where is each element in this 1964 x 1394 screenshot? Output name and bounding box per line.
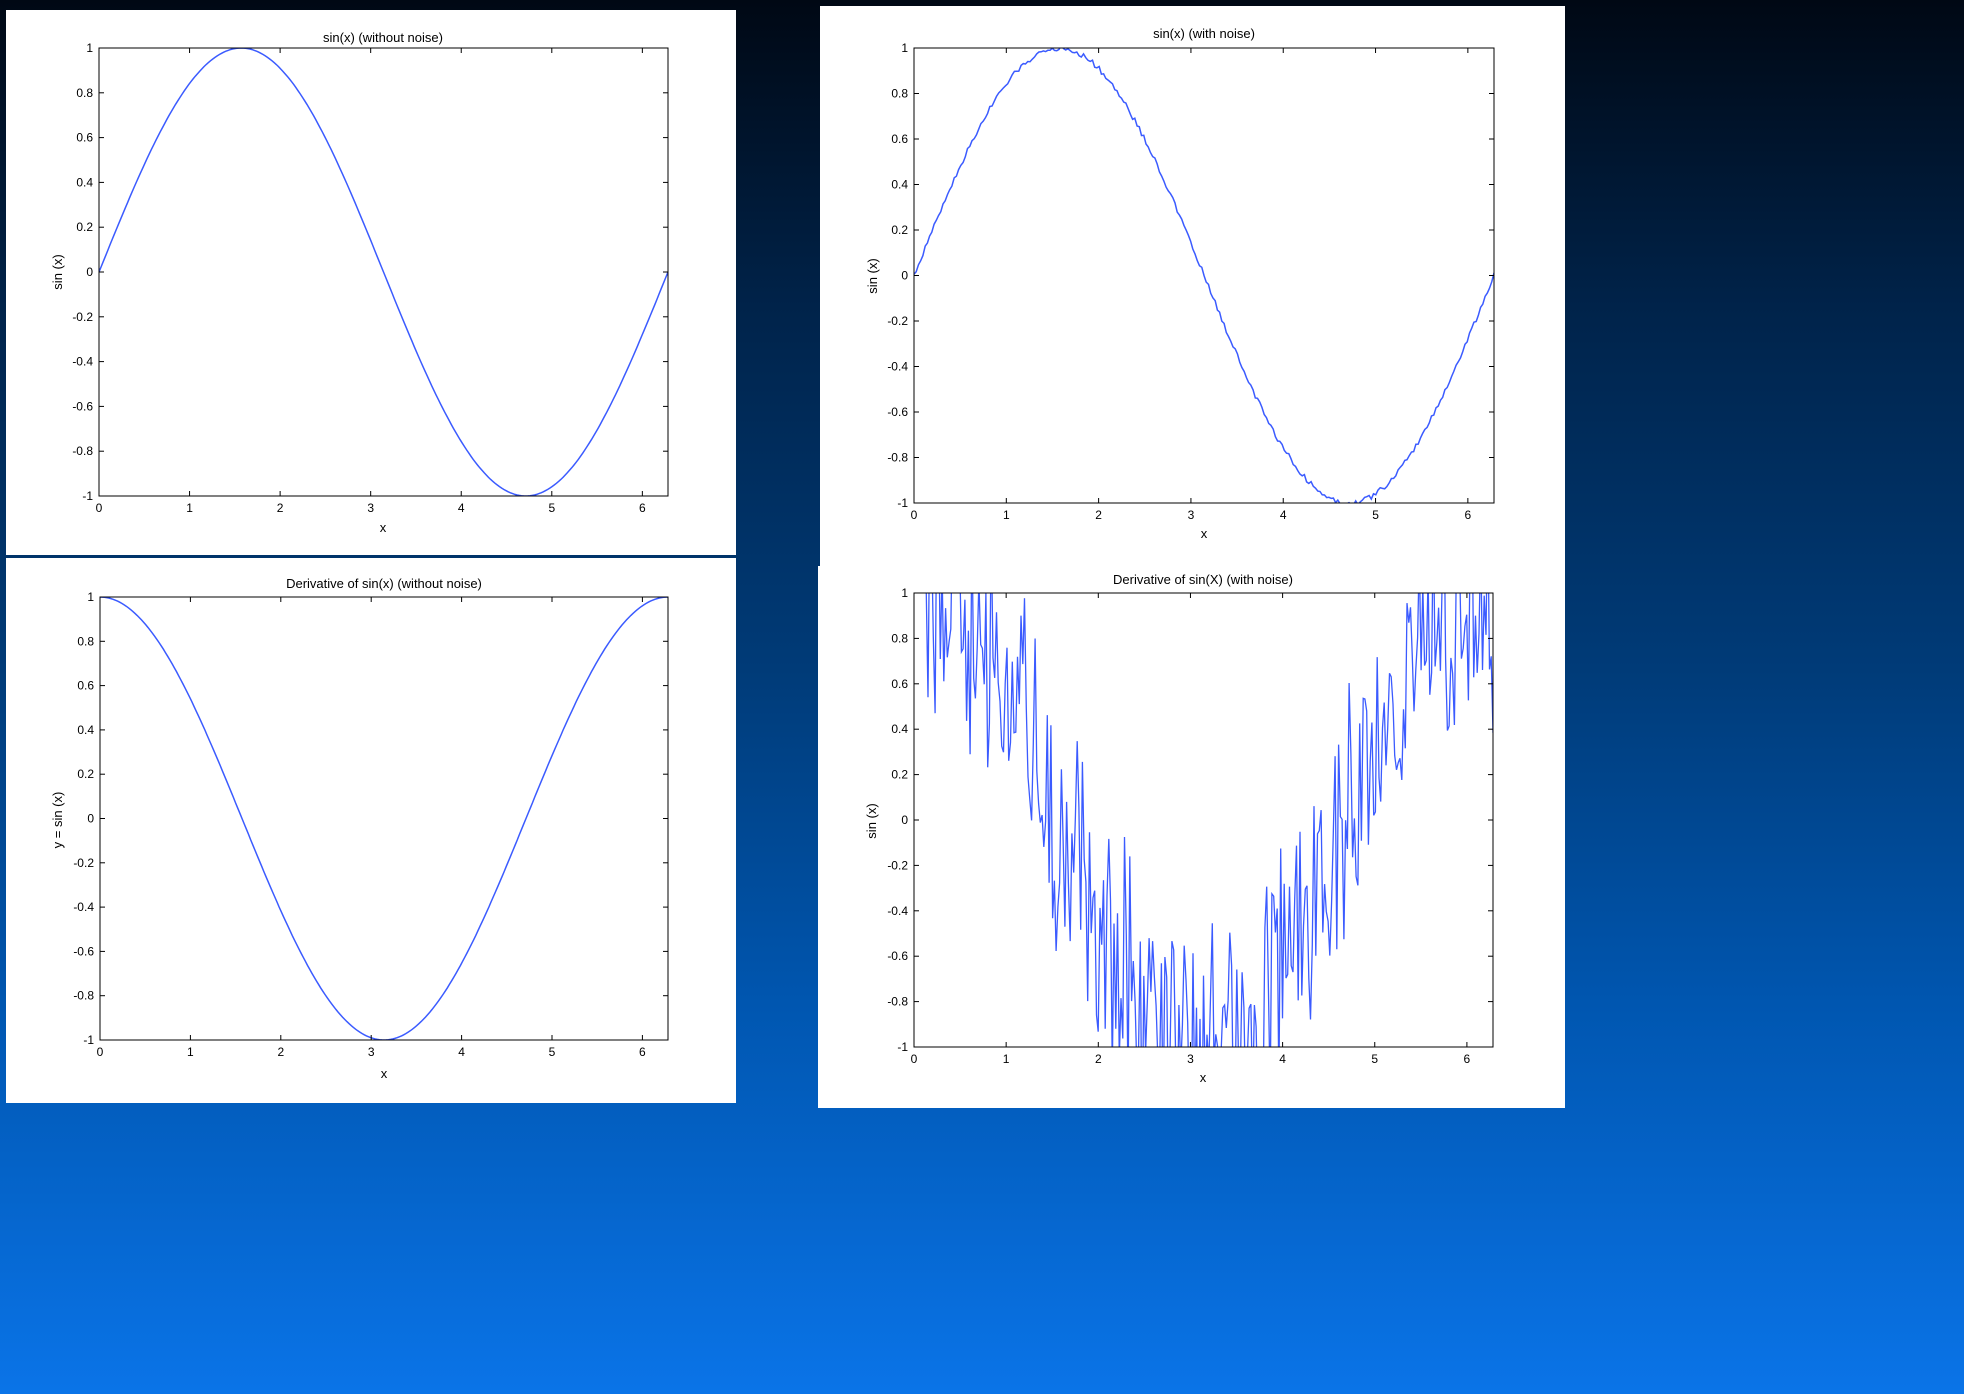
y-tick-label: -0.2 [73,856,94,870]
x-axis-label: x [1200,1070,1207,1085]
x-tick-label: 3 [368,1045,375,1059]
x-tick-label: 3 [1187,1052,1194,1066]
x-tick-label: 5 [549,1045,556,1059]
x-tick-label: 1 [186,501,193,515]
y-tick-label: 0.6 [77,679,94,693]
x-tick-label: 1 [1003,508,1010,522]
y-tick-label: -0.4 [72,355,93,369]
y-tick-label: -0.8 [73,989,94,1003]
x-tick-label: 6 [1465,508,1472,522]
chart-title: sin(x) (with noise) [1153,26,1255,41]
chart-svg-derivative-clean: Derivative of sin(x) (without noise) x y… [50,576,669,1081]
y-tick-label: 0 [86,265,93,279]
chart-panel-sin-noisy: sin(x) (with noise) x sin (x) 0 1 2 3 4 5 6 1 0.… [820,6,1565,566]
y-tick-label: -0.6 [73,944,94,958]
y-tick-label: 0.4 [77,723,94,737]
y-tick-label: -1 [897,1040,908,1054]
x-tick-label: 3 [367,501,374,515]
x-tick-label: 6 [639,1045,646,1059]
x-tick-label: 5 [1371,1052,1378,1066]
y-tick-label: -0.8 [72,444,93,458]
x-tick-label: 6 [1464,1052,1471,1066]
y-tick-label: -0.4 [887,904,908,918]
x-axis-label: x [1201,526,1208,541]
x-tick-label: 0 [911,508,918,522]
chart-title: sin(x) (without noise) [323,30,443,45]
chart-svg-sin-noisy: sin(x) (with noise) x sin (x) 0 1 2 3 4 5 6 1 0.… [865,26,1495,541]
x-axis-label: x [380,520,387,535]
y-tick-label: -0.6 [887,949,908,963]
y-tick-label: 1 [901,41,908,55]
y-axis-label: sin (x) [864,803,879,838]
x-tick-label: 6 [639,501,646,515]
y-tick-label: 0.2 [891,223,908,237]
x-tick-label: 4 [1280,508,1287,522]
y-tick-label: 1 [86,41,93,55]
x-tick-label: 4 [458,501,465,515]
y-tick-label: 0.2 [76,220,93,234]
chart-panel-sin-clean: sin(x) (without noise) x sin (x) 0 1 2 3 4 5 6… [6,10,736,555]
y-tick-label: -0.6 [887,405,908,419]
series-line [914,48,1494,503]
y-tick-label: -0.6 [72,399,93,413]
y-axis-label: sin (x) [865,258,880,293]
y-tick-label: 0 [87,812,94,826]
chart-panel-derivative-noisy: Derivative of sin(X) (with noise) x sin … [818,566,1565,1108]
y-tick-label: 0.4 [891,178,908,192]
y-tick-label: 0.2 [77,767,94,781]
y-axis-label: sin (x) [50,254,65,289]
x-tick-label: 4 [1279,1052,1286,1066]
series-line [99,48,668,496]
x-tick-label: 2 [1095,508,1102,522]
x-tick-label: 5 [548,501,555,515]
y-tick-label: 0.8 [76,86,93,100]
y-tick-label: -0.2 [72,310,93,324]
chart-svg-sin-clean: sin(x) (without noise) x sin (x) 0 1 2 3 4 5 6… [50,30,669,535]
series-line [925,593,1493,1047]
x-tick-label: 3 [1188,508,1195,522]
chart-title: Derivative of sin(x) (without noise) [286,576,482,591]
y-tick-label: 0.8 [891,87,908,101]
y-tick-label: 0.8 [891,631,908,645]
x-tick-label: 1 [1003,1052,1010,1066]
y-tick-label: 0 [901,269,908,283]
x-tick-label: 0 [96,501,103,515]
y-tick-label: 0.6 [891,132,908,146]
y-tick-label: -0.4 [887,360,908,374]
y-tick-label: -1 [897,496,908,510]
plot-area-frame [99,596,669,1041]
chart-svg-derivative-noisy: Derivative of sin(X) (with noise) x sin … [864,572,1494,1085]
y-tick-label: 0.6 [76,131,93,145]
x-tick-label: 1 [187,1045,194,1059]
x-tick-label: 0 [97,1045,104,1059]
y-tick-label: 0 [901,813,908,827]
x-tick-label: 0 [911,1052,918,1066]
y-tick-label: -0.4 [73,900,94,914]
x-tick-label: 2 [277,1045,284,1059]
y-tick-label: -0.2 [887,858,908,872]
chart-panel-derivative-clean: Derivative of sin(x) (without noise) x y… [6,558,736,1103]
y-tick-label: 0.4 [891,722,908,736]
y-tick-label: -1 [82,489,93,503]
y-tick-label: 1 [901,586,908,600]
y-tick-label: 1 [87,590,94,604]
x-tick-label: 2 [277,501,284,515]
y-axis-label: y = sin (x) [50,792,65,849]
y-tick-label: -0.2 [887,314,908,328]
series-line [100,597,668,1040]
x-axis-label: x [381,1066,388,1081]
x-tick-label: 4 [458,1045,465,1059]
y-tick-label: 0.2 [891,768,908,782]
chart-title: Derivative of sin(X) (with noise) [1113,572,1293,587]
y-tick-label: 0.4 [76,175,93,189]
y-tick-label: 0.6 [891,677,908,691]
x-tick-label: 2 [1095,1052,1102,1066]
y-tick-label: -0.8 [887,451,908,465]
y-tick-label: -1 [83,1033,94,1047]
x-tick-label: 5 [1372,508,1379,522]
y-tick-label: -0.8 [887,995,908,1009]
y-tick-label: 0.8 [77,634,94,648]
